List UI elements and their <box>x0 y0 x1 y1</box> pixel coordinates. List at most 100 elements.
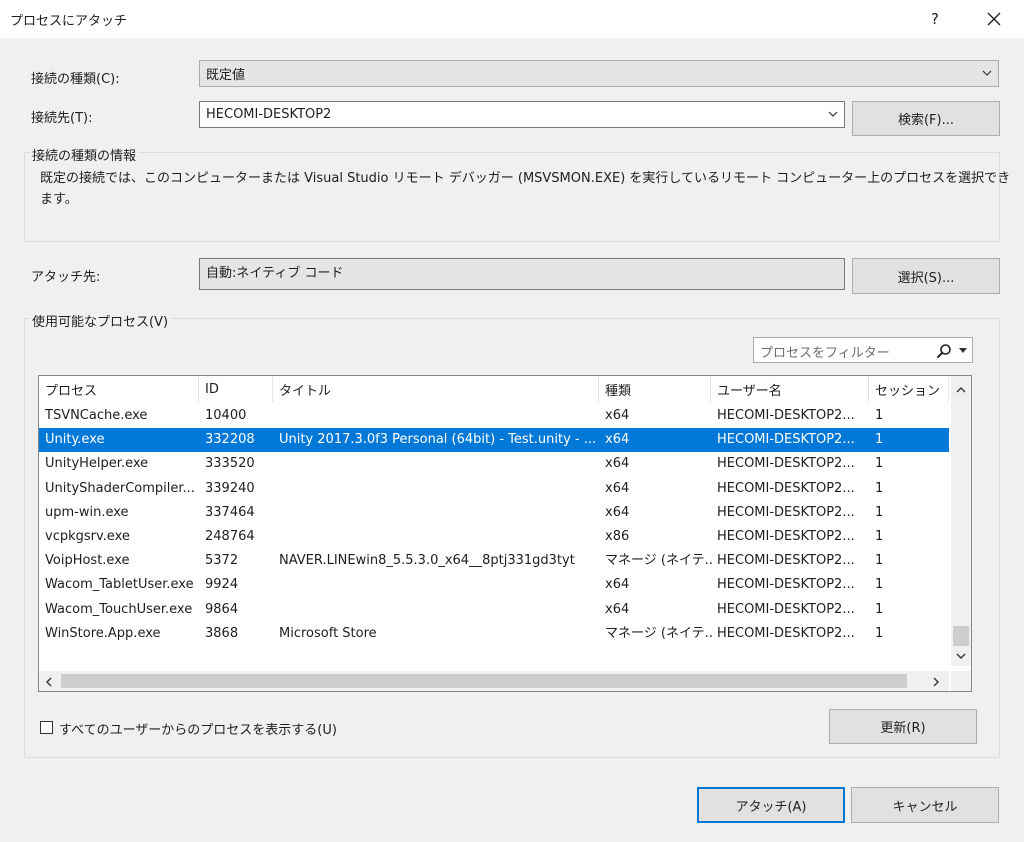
close-button[interactable] <box>974 4 1014 34</box>
cancel-button[interactable]: キャンセル <box>851 787 999 823</box>
cell-type: x64 <box>605 480 630 496</box>
cell-user: HECOMI-DESKTOP2... <box>717 408 855 423</box>
cell-id: 3868 <box>205 625 239 641</box>
scroll-corner <box>951 671 971 691</box>
show-all-users-checkbox[interactable] <box>40 721 53 734</box>
cell-user: HECOMI-DESKTOP2... <box>717 504 855 520</box>
filter-placeholder: プロセスをフィルター <box>760 346 890 361</box>
cell-session: 1 <box>875 408 884 423</box>
cell-type: x64 <box>605 504 630 520</box>
cell-user: HECOMI-DESKTOP2... <box>717 432 855 448</box>
cell-session: 1 <box>875 625 884 641</box>
cell-type: x86 <box>605 529 630 544</box>
column-header-session[interactable]: セッション <box>869 376 949 402</box>
info-line-1: 既定の接続では、このコンピューターまたは Visual Studio リモート … <box>40 171 1011 186</box>
column-header-process[interactable]: プロセス <box>39 376 199 402</box>
title-bar <box>0 0 1024 38</box>
cell-process: Unity.exe <box>45 432 105 448</box>
chevron-up-icon[interactable] <box>956 386 966 393</box>
cell-user: HECOMI-DESKTOP2... <box>717 480 855 496</box>
cell-session: 1 <box>875 504 884 520</box>
vertical-scroll-thumb[interactable] <box>953 626 969 646</box>
cell-id: 9924 <box>205 577 239 593</box>
cell-session: 1 <box>875 529 884 544</box>
horizontal-scrollbar[interactable] <box>39 671 949 691</box>
cell-type: x64 <box>605 456 630 472</box>
connection-target-combo[interactable]: HECOMI-DESKTOP2 <box>199 101 845 128</box>
table-row[interactable]: Unity.exe 332208 Unity 2017.3.0f3 Personal… <box>39 428 949 453</box>
vertical-scrollbar[interactable] <box>951 376 971 666</box>
cell-process: TSVNCache.exe <box>45 408 148 423</box>
cell-title <box>279 598 599 622</box>
cell-title: Unity 2017.3.0f3 Personal (64bit) - Test… <box>279 432 597 448</box>
search-icon[interactable] <box>936 343 952 359</box>
cell-id: 248764 <box>205 529 255 544</box>
cell-user: HECOMI-DESKTOP2... <box>717 529 855 544</box>
available-processes-title: 使用可能なプロセス(V) <box>30 311 171 330</box>
cell-title <box>279 452 599 476</box>
table-row[interactable]: vcpkgsrv.exe 248764 x86 HECOMI-DESKTOP2... 1 <box>39 525 949 549</box>
connection-type-label: 接続の種類(C): <box>31 72 120 87</box>
cell-id: 332208 <box>205 432 255 448</box>
cell-type: マネージ (ネイテ... <box>605 553 713 569</box>
cell-process: VoipHost.exe <box>45 553 130 569</box>
table-row[interactable]: Wacom_TouchUser.exe 9864 x64 HECOMI-DESKTOP… <box>39 598 949 622</box>
table-row[interactable]: TSVNCache.exe 10400 x64 HECOMI-DESKTOP2... 1 <box>39 404 949 428</box>
column-header-title[interactable]: タイトル <box>273 376 599 402</box>
cell-title: Microsoft Store <box>279 625 377 641</box>
column-header-type[interactable]: 種類 <box>599 376 711 402</box>
chevron-down-icon <box>982 70 992 76</box>
cell-session: 1 <box>875 456 884 472</box>
chevron-left-icon[interactable] <box>45 677 52 687</box>
cell-process: upm-win.exe <box>45 504 129 520</box>
find-button[interactable]: 検索(F)... <box>852 101 1000 136</box>
column-header-id[interactable]: ID <box>199 376 273 402</box>
cell-user: HECOMI-DESKTOP2... <box>717 456 855 472</box>
close-icon <box>987 12 1001 26</box>
cell-type: x64 <box>605 408 630 423</box>
cell-title <box>279 404 599 428</box>
process-filter-input[interactable]: プロセスをフィルター <box>753 337 973 363</box>
table-row[interactable]: Wacom_TabletUser.exe 9924 x64 HECOMI-DESKTO… <box>39 573 949 597</box>
cell-user: HECOMI-DESKTOP2... <box>717 553 855 569</box>
table-row[interactable]: UnityHelper.exe 333520 x64 HECOMI-DESKTOP2.… <box>39 452 949 476</box>
chevron-right-icon[interactable] <box>933 677 940 687</box>
connection-target-value: HECOMI-DESKTOP2 <box>206 107 332 122</box>
table-row[interactable]: upm-win.exe 337464 x64 HECOMI-DESKTOP2... 1 <box>39 501 949 525</box>
process-list[interactable]: プロセス ID タイトル 種類 ユーザー名 セッション TSVNCache.ex… <box>38 375 972 692</box>
horizontal-scroll-thumb[interactable] <box>61 674 907 688</box>
cell-process: UnityShaderCompiler... <box>45 480 195 496</box>
cell-title <box>279 477 599 501</box>
cell-user: HECOMI-DESKTOP2... <box>717 577 855 593</box>
connection-target-label: 接続先(T): <box>31 111 93 126</box>
cell-user: HECOMI-DESKTOP2... <box>717 625 855 641</box>
table-row[interactable]: UnityShaderCompiler... 339240 x64 HECOMI-DE… <box>39 477 949 501</box>
attach-button[interactable]: アタッチ(A) <box>697 787 845 823</box>
cell-process: vcpkgsrv.exe <box>45 529 130 544</box>
cell-process: Wacom_TabletUser.exe <box>45 577 194 593</box>
chevron-down-icon[interactable] <box>956 653 966 660</box>
cell-user: HECOMI-DESKTOP2... <box>717 601 855 617</box>
cell-type: x64 <box>605 432 630 448</box>
cell-id: 333520 <box>205 456 255 472</box>
cell-title <box>279 501 599 525</box>
cell-session: 1 <box>875 601 884 617</box>
chevron-down-icon[interactable] <box>959 348 967 353</box>
table-row[interactable]: VoipHost.exe 5372 NAVER.LINEwin8_5.5.3.0_x… <box>39 549 949 573</box>
cell-type: マネージ (ネイテ... <box>605 625 713 641</box>
cell-id: 339240 <box>205 480 255 496</box>
select-button[interactable]: 選択(S)... <box>852 258 1000 294</box>
table-row[interactable]: WinStore.App.exe 3868 Microsoft Store マネージ … <box>39 622 949 646</box>
connection-type-value: 既定値 <box>206 68 246 83</box>
help-button[interactable]: ? <box>915 4 955 34</box>
refresh-button[interactable]: 更新(R) <box>829 709 977 744</box>
column-header-user[interactable]: ユーザー名 <box>711 376 869 402</box>
cell-id: 5372 <box>205 553 239 569</box>
connection-type-select[interactable]: 既定値 <box>199 60 999 87</box>
chevron-down-icon[interactable] <box>828 111 838 118</box>
show-all-users-label[interactable]: すべてのユーザーからのプロセスを表示する(U) <box>59 719 337 738</box>
connection-info-text: 既定の接続では、このコンピューターまたは Visual Studio リモート … <box>40 168 1011 210</box>
cell-id: 9864 <box>205 601 239 617</box>
cell-id: 337464 <box>205 504 255 520</box>
connection-info-title: 接続の種類の情報 <box>30 145 139 164</box>
